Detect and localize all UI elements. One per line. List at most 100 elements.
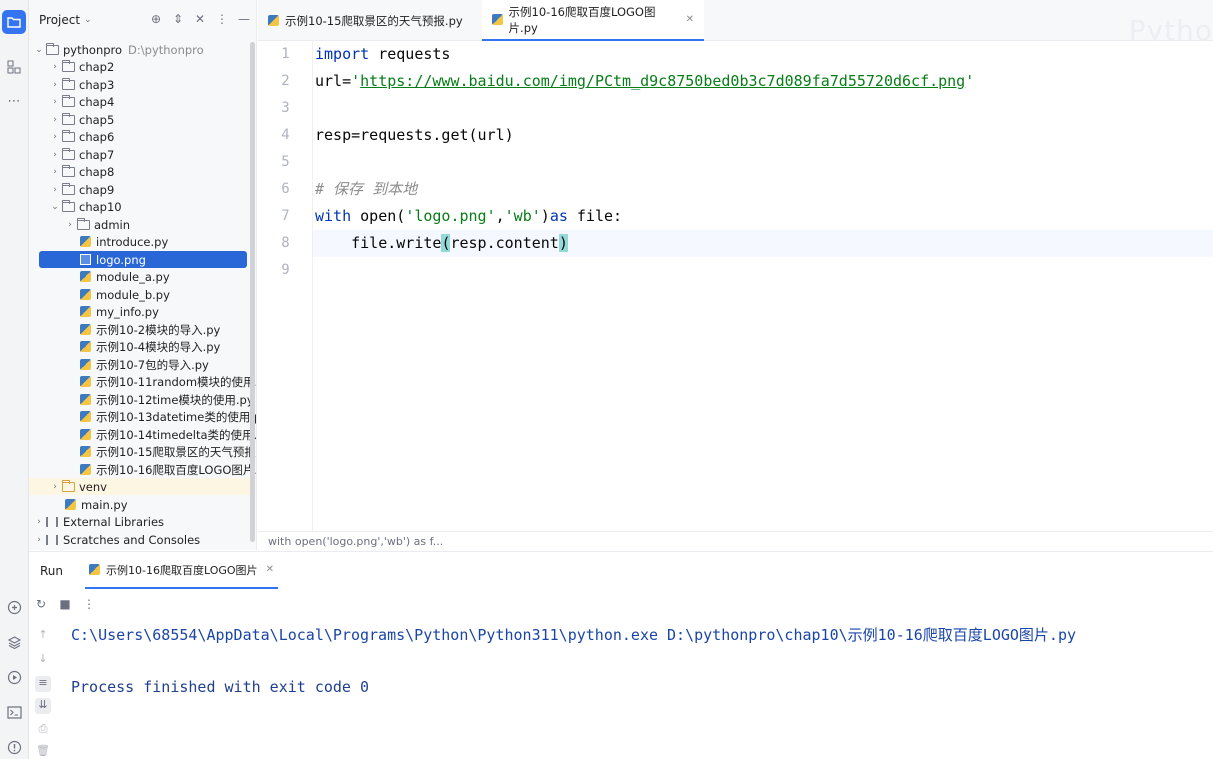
tab-example-10-15[interactable]: 示例10-15爬取景区的天气预报.py: [258, 0, 478, 41]
chevron-right-icon[interactable]: ›: [64, 220, 76, 230]
project-folder-icon[interactable]: [2, 10, 26, 34]
url-link[interactable]: https://www.baidu.com/img/PCtm_d9c8750be…: [360, 72, 965, 90]
stop-icon[interactable]: ■: [58, 597, 72, 611]
chevron-right-icon[interactable]: ›: [49, 62, 61, 72]
scroll-down-icon[interactable]: ↓: [35, 652, 51, 668]
tree-item-example-10-7[interactable]: 示例10-7包的导入.py: [78, 356, 209, 373]
code-line-2: url='https://www.baidu.com/img/PCtm_d9c8…: [315, 72, 975, 90]
tree-item-example-10-12[interactable]: 示例10-12time模块的使用.py: [78, 391, 254, 408]
scroll-up-icon[interactable]: ↑: [35, 628, 51, 644]
tree-item-example-10-13[interactable]: 示例10-13datetime类的使用.py: [78, 408, 256, 425]
folder-icon: [61, 77, 75, 91]
python-file-icon: [89, 564, 101, 575]
line-number: 2: [281, 73, 290, 89]
chevron-down-icon[interactable]: ⌄: [33, 45, 45, 55]
folder-icon: [61, 94, 75, 108]
tree-root-pythonpro[interactable]: ⌄ pythonpro D:\pythonpro: [33, 41, 253, 58]
folder-icon: [61, 182, 75, 196]
folder-icon: [61, 59, 75, 73]
locate-icon[interactable]: ⊕: [149, 12, 163, 26]
tree-item-chap2[interactable]: › chap2: [49, 58, 114, 75]
tree-item-chap8[interactable]: › chap8: [49, 163, 114, 180]
python-file-icon: [78, 359, 92, 371]
python-console-icon[interactable]: [2, 595, 26, 619]
collapse-all-icon[interactable]: ✕: [193, 12, 207, 26]
print-icon[interactable]: ⎙: [35, 722, 51, 738]
python-file-icon: [268, 15, 279, 26]
terminal-icon[interactable]: [2, 700, 26, 724]
tree-item-chap5[interactable]: › chap5: [49, 111, 114, 128]
tree-item-main[interactable]: main.py: [63, 496, 128, 513]
chevron-right-icon[interactable]: ›: [49, 167, 61, 177]
problems-icon[interactable]: [2, 735, 26, 759]
line-number: 9: [281, 262, 290, 278]
rerun-icon[interactable]: ↻: [34, 597, 48, 611]
run-tab-example-10-16[interactable]: 示例10-16爬取百度LOGO图片 ✕: [85, 552, 278, 589]
tree-item-example-10-11[interactable]: 示例10-11random模块的使用.py: [78, 373, 256, 390]
chevron-right-icon[interactable]: ›: [49, 132, 61, 142]
tree-item-chap7[interactable]: › chap7: [49, 146, 114, 163]
tree-item-module-a[interactable]: module_a.py: [78, 268, 170, 285]
chevron-right-icon[interactable]: ›: [49, 482, 61, 492]
tree-item-chap9[interactable]: › chap9: [49, 181, 114, 198]
tree-item-external-libraries[interactable]: › External Libraries: [33, 513, 164, 530]
python-file-icon: [78, 429, 92, 441]
project-panel: Project ⌄ ⊕ ⇕ ✕ ⋮ — ⌄ pythonpro D:\pytho…: [29, 0, 257, 550]
options-icon[interactable]: ⋮: [215, 12, 229, 26]
layers-icon[interactable]: [2, 630, 26, 654]
hide-icon[interactable]: —: [237, 12, 251, 26]
more-options-icon[interactable]: ⋮: [82, 597, 96, 611]
run-side-toolbar: ↑ ↓ ≡ ⇊ ⎙ 🗑: [29, 622, 57, 759]
chevron-right-icon[interactable]: ›: [49, 80, 61, 90]
run-icon[interactable]: [2, 665, 26, 689]
chevron-right-icon[interactable]: ›: [49, 185, 61, 195]
python-file-icon: [78, 236, 92, 248]
close-icon[interactable]: ✕: [686, 14, 694, 25]
line-number: 1: [281, 46, 290, 62]
chevron-down-icon[interactable]: ⌄: [84, 15, 92, 25]
tree-item-example-10-14[interactable]: 示例10-14timedelta类的使用.py: [78, 426, 256, 443]
scroll-to-end-icon[interactable]: ⇊: [35, 698, 51, 714]
editor-breadcrumb[interactable]: with open('logo.png','wb') as f...: [258, 531, 1213, 551]
tree-item-introduce[interactable]: introduce.py: [78, 233, 168, 250]
more-icon[interactable]: ⋯: [2, 89, 26, 113]
folder-icon: [61, 112, 75, 126]
structure-icon[interactable]: [2, 55, 26, 79]
tree-item-logo-png[interactable]: logo.png: [39, 251, 247, 268]
chevron-right-icon[interactable]: ›: [49, 150, 61, 160]
package-icon: [76, 217, 90, 231]
python-file-icon: [78, 376, 92, 388]
soft-wrap-icon[interactable]: ≡: [35, 676, 51, 692]
expand-all-icon[interactable]: ⇕: [171, 12, 185, 26]
chevron-right-icon[interactable]: ›: [49, 115, 61, 125]
tree-item-chap10[interactable]: ⌄ chap10: [49, 198, 122, 215]
tree-item-example-10-15[interactable]: 示例10-15爬取景区的天气预报.py: [78, 443, 256, 460]
run-tab-bar: Run 示例10-16爬取百度LOGO图片 ✕: [29, 552, 1213, 589]
trash-icon[interactable]: 🗑: [35, 744, 51, 759]
tree-item-admin[interactable]: › admin: [64, 216, 130, 233]
project-scrollbar[interactable]: [250, 42, 255, 542]
tree-item-scratches[interactable]: › Scratches and Consoles: [33, 531, 200, 548]
tree-item-example-10-16[interactable]: 示例10-16爬取百度LOGO图片.py: [78, 461, 256, 478]
tree-item-example-10-2[interactable]: 示例10-2模块的导入.py: [78, 321, 220, 338]
code-editor[interactable]: 1 2 3 4 5 6 7 8 9 import requests url='h…: [258, 41, 1213, 531]
python-file-icon: [78, 464, 92, 476]
tab-example-10-16[interactable]: 示例10-16爬取百度LOGO图片.py ✕: [482, 0, 704, 41]
run-title[interactable]: Run: [40, 564, 63, 578]
project-header-actions: ⊕ ⇕ ✕ ⋮ —: [149, 12, 251, 26]
chevron-right-icon[interactable]: ›: [49, 97, 61, 107]
chevron-down-icon[interactable]: ⌄: [49, 202, 61, 212]
tree-item-chap4[interactable]: › chap4: [49, 93, 114, 110]
tree-item-my-info[interactable]: my_info.py: [78, 303, 159, 320]
library-icon: [45, 516, 59, 528]
tree-item-chap6[interactable]: › chap6: [49, 128, 114, 145]
chevron-right-icon[interactable]: ›: [33, 535, 45, 545]
tree-item-example-10-4[interactable]: 示例10-4模块的导入.py: [78, 338, 220, 355]
chevron-right-icon[interactable]: ›: [33, 517, 45, 527]
tree-item-module-b[interactable]: module_b.py: [78, 286, 170, 303]
tree-item-venv[interactable]: › venv: [29, 478, 250, 495]
tree-item-chap3[interactable]: › chap3: [49, 76, 114, 93]
project-title[interactable]: Project: [39, 13, 80, 27]
close-icon[interactable]: ✕: [266, 564, 274, 575]
line-number: 5: [281, 154, 290, 170]
